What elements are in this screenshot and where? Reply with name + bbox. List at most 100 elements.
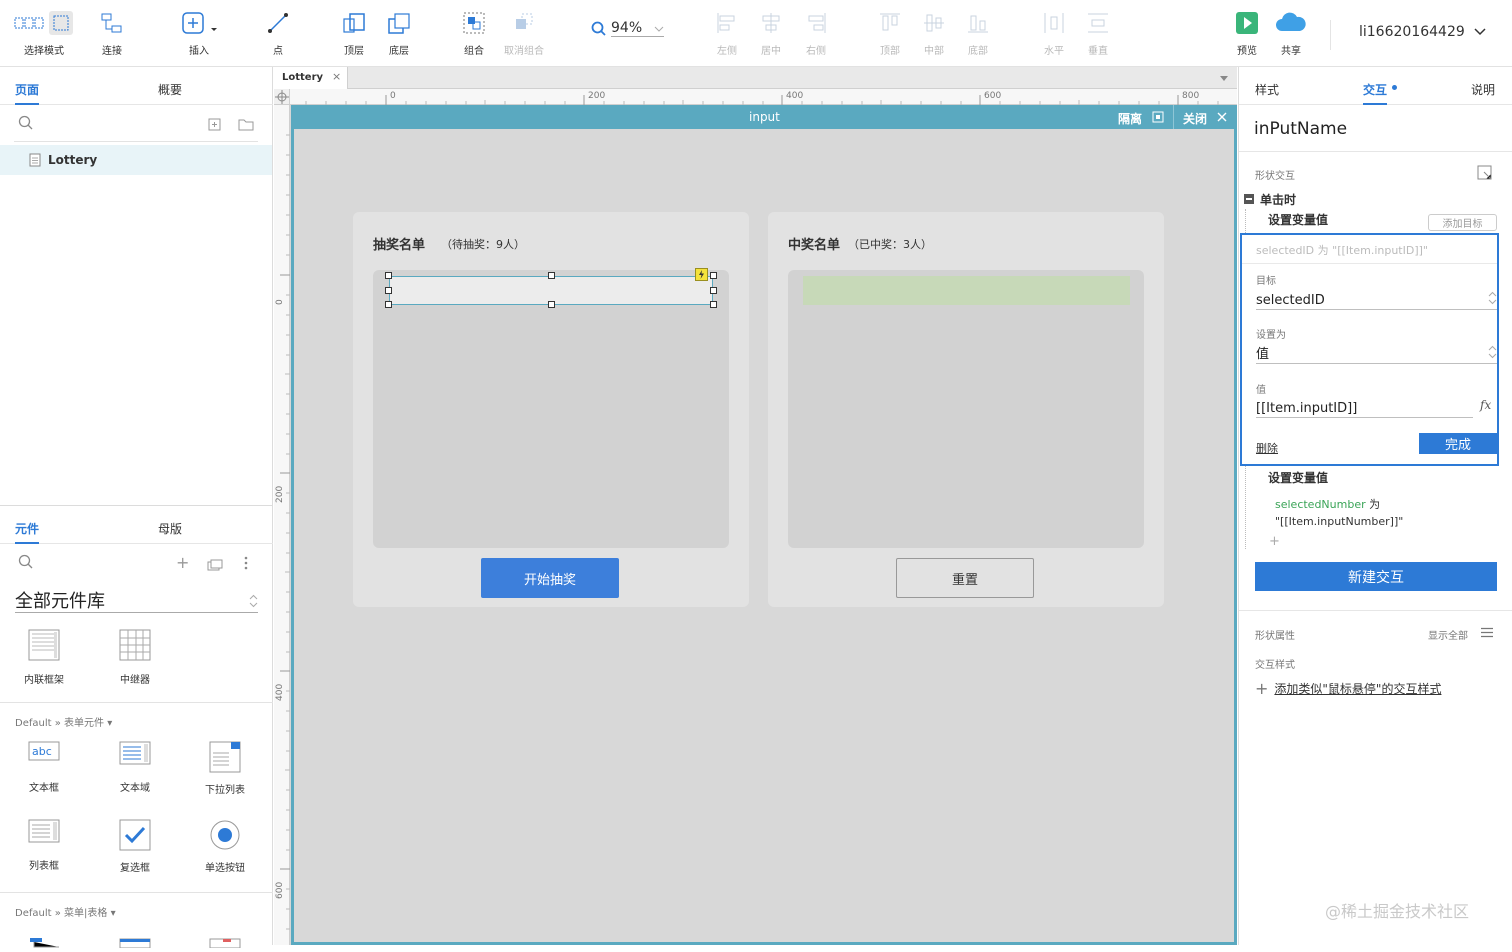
delete-action-link[interactable]: 删除 <box>1256 440 1278 456</box>
set-as-label: 设置为 <box>1256 330 1286 341</box>
lottery-repeater[interactable] <box>373 270 729 548</box>
user-menu[interactable]: li16620164429 <box>1359 24 1487 40</box>
close-isolation-button[interactable]: 关闭 <box>1183 110 1207 127</box>
align-right-tool[interactable]: 右侧 <box>805 8 827 57</box>
distribute-horizontal-tool[interactable]: 水平 <box>1043 8 1065 57</box>
add-page-icon[interactable] <box>208 116 221 135</box>
start-lottery-button[interactable]: 开始抽奖 <box>481 558 619 598</box>
section-menu-widgets[interactable]: Default » 菜单|表格 ▾ <box>15 904 116 919</box>
widget-dropdown[interactable]: 下拉列表 <box>195 741 255 796</box>
tab-notes[interactable]: 说明 <box>1471 81 1495 98</box>
bring-to-front-icon <box>343 13 365 33</box>
winner-row[interactable] <box>803 276 1130 305</box>
widget-text-area[interactable]: 文本域 <box>105 741 165 794</box>
tab-outline[interactable]: 概要 <box>158 81 182 98</box>
event-click-label[interactable]: 单击时 <box>1260 191 1296 208</box>
reset-button[interactable]: 重置 <box>896 558 1034 598</box>
close-tab-icon[interactable]: × <box>332 70 341 83</box>
function-fx-icon[interactable]: fx <box>1480 398 1491 412</box>
resize-handle[interactable] <box>548 301 555 308</box>
show-all-link[interactable]: 显示全部 <box>1428 627 1468 642</box>
value-input[interactable]: [[Item.inputID]] <box>1256 397 1473 418</box>
preview-button[interactable]: 预览 <box>1235 8 1259 57</box>
align-bottom-tool[interactable]: 底部 <box>967 8 989 57</box>
lightning-interaction-icon[interactable] <box>695 268 708 281</box>
pages-search-icon[interactable] <box>18 115 34 135</box>
bottom-layer-tool[interactable]: 底层 <box>386 8 412 57</box>
align-center-tool[interactable]: 居中 <box>760 8 782 57</box>
library-window-icon[interactable] <box>207 556 223 575</box>
set-as-select[interactable]: 值 <box>1256 343 1497 364</box>
distribute-vertical-tool[interactable]: 垂直 <box>1087 8 1109 57</box>
dropdown-icon <box>209 741 241 773</box>
top-layer-tool[interactable]: 顶层 <box>341 8 367 57</box>
action-set-variable-label[interactable]: 设置变量值 <box>1268 211 1328 228</box>
resize-handle[interactable] <box>385 272 392 279</box>
tab-widgets[interactable]: 元件 <box>15 520 40 544</box>
select-mode-tool[interactable]: 选择模式 <box>14 8 74 57</box>
isolate-icon[interactable] <box>1152 111 1164 123</box>
tab-masters[interactable]: 母版 <box>158 520 182 537</box>
resize-handle[interactable] <box>385 287 392 294</box>
add-library-icon[interactable]: + <box>176 553 189 572</box>
menu-lines-icon[interactable] <box>1480 627 1494 638</box>
share-label: 共享 <box>1281 46 1301 57</box>
align-top-label: 顶部 <box>880 46 900 57</box>
menu-widget-icon[interactable] <box>29 933 61 952</box>
table-widget-icon[interactable] <box>119 933 151 952</box>
action-set-variable-label[interactable]: 设置变量值 <box>1268 469 1328 486</box>
add-folder-icon[interactable] <box>238 116 254 135</box>
page-item-lottery[interactable]: Lottery <box>0 145 272 175</box>
add-action-icon[interactable]: + <box>1269 534 1280 549</box>
resize-handle[interactable] <box>710 272 717 279</box>
insert-tool[interactable]: 插入 <box>181 8 217 57</box>
collapse-event-icon[interactable] <box>1244 194 1254 204</box>
winner-repeater[interactable] <box>788 270 1144 548</box>
cloud-icon <box>1276 12 1306 31</box>
tab-style[interactable]: 样式 <box>1255 81 1279 98</box>
widget-name[interactable]: inPutName <box>1254 119 1347 139</box>
resize-handle[interactable] <box>548 272 555 279</box>
tab-interaction[interactable]: 交互 <box>1363 81 1388 105</box>
widget-radio-button[interactable]: 单选按钮 <box>195 819 255 874</box>
crosshair-icon <box>275 90 289 104</box>
connect-tool[interactable]: 连接 <box>100 8 124 57</box>
canvas-area[interactable]: Lottery × 0 200 400 600 800 0 200 400 60… <box>274 67 1237 945</box>
new-interaction-button[interactable]: 新建交互 <box>1255 562 1497 591</box>
ungroup-tool[interactable]: 取消组合 <box>504 8 544 57</box>
library-search-icon[interactable] <box>18 554 34 574</box>
more-vertical-icon[interactable] <box>244 555 248 574</box>
isolate-button[interactable]: 隔离 <box>1118 110 1142 127</box>
document-tab[interactable]: Lottery × <box>274 67 348 89</box>
resize-handle[interactable] <box>385 301 392 308</box>
align-left-tool[interactable]: 左侧 <box>716 8 738 57</box>
resize-handle[interactable] <box>710 301 717 308</box>
share-button[interactable]: 共享 <box>1274 8 1308 57</box>
section-form-widgets[interactable]: Default » 表单元件 ▾ <box>15 714 112 729</box>
widget-text-field[interactable]: abc 文本框 <box>14 741 74 794</box>
close-icon[interactable] <box>1217 112 1227 122</box>
ruler-corner[interactable] <box>274 89 290 105</box>
widget-inline-frame[interactable]: 内联框架 <box>14 629 74 686</box>
widget-checkbox[interactable]: 复选框 <box>105 819 165 874</box>
divider <box>1239 151 1512 152</box>
target-select[interactable]: selectedID <box>1256 289 1497 310</box>
resize-handle[interactable] <box>710 287 717 294</box>
tree-widget-icon[interactable] <box>209 933 241 952</box>
widget-list-box[interactable]: 列表框 <box>14 819 74 872</box>
add-target-button[interactable]: 添加目标 <box>1428 214 1497 231</box>
action2-summary[interactable]: selectedNumber 为 "[[Item.inputNumber]]" <box>1275 496 1495 530</box>
point-tool[interactable]: 点 <box>266 8 290 57</box>
lottery-list-title: 抽奖名单 <box>373 238 426 253</box>
done-button[interactable]: 完成 <box>1419 433 1497 454</box>
zoom-control[interactable]: 94% <box>591 20 665 37</box>
tab-pages[interactable]: 页面 <box>15 81 40 105</box>
library-select[interactable]: 全部元件库 <box>15 587 258 613</box>
align-top-tool[interactable]: 顶部 <box>879 8 901 57</box>
interaction-panel-icon[interactable] <box>1477 165 1493 181</box>
tab-overflow-icon[interactable] <box>1219 75 1229 82</box>
group-tool[interactable]: 组合 <box>462 8 486 57</box>
add-interaction-style-link[interactable]: + 添加类似"鼠标悬停"的交互样式 <box>1255 679 1441 698</box>
align-middle-tool[interactable]: 中部 <box>923 8 945 57</box>
widget-repeater[interactable]: 中继器 <box>105 629 165 686</box>
